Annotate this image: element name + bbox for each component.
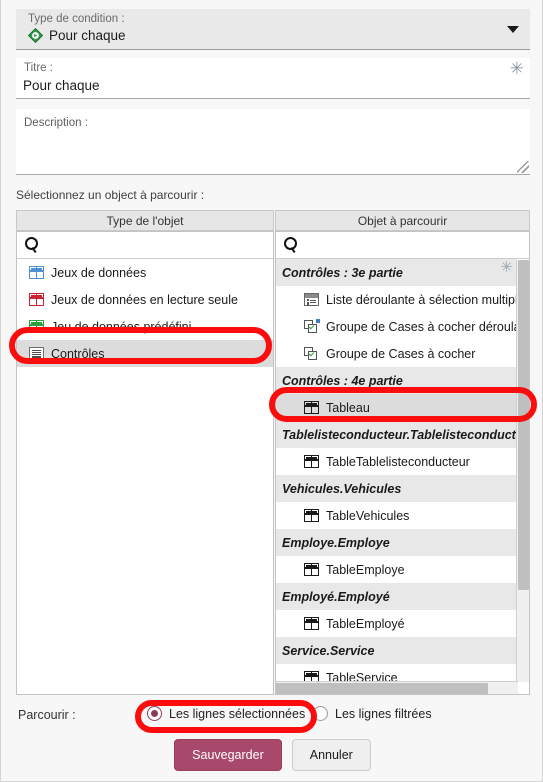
table-icon: [304, 563, 319, 576]
radio-selected-rows-indicator[interactable]: [147, 706, 162, 721]
title-label: Titre :: [24, 62, 53, 74]
object-list-item[interactable]: TableEmployé: [276, 610, 517, 637]
object-group-header: Employé.Employé: [276, 583, 517, 610]
object-list-item-label: Groupe de Cases à cocher: [326, 346, 476, 361]
object-list-item-label: TableService: [326, 670, 398, 682]
table-icon: [304, 509, 319, 522]
table-icon: [304, 617, 319, 630]
radio-selected-rows-label: Les lignes sélectionnées: [169, 706, 306, 721]
object-group-title: Contrôles : 4e partie: [282, 373, 403, 388]
title-input[interactable]: [23, 75, 483, 95]
search-icon: [283, 237, 299, 253]
object-group-title: Contrôles : 3e partie: [282, 265, 403, 280]
search-icon: [24, 237, 40, 253]
radio-selected-rows[interactable]: Les lignes sélectionnées: [147, 706, 305, 721]
object-group-title: Tablelisteconducteur.Tablelisteconducteu…: [282, 427, 517, 442]
vertical-scrollbar-thumb[interactable]: [518, 260, 529, 590]
object-list[interactable]: Contrôles : 3e partie Liste déroulante à …: [276, 259, 517, 681]
green-diamond-icon: [27, 27, 44, 44]
object-group-header: Employe.Employe: [276, 529, 517, 556]
object-type-search[interactable]: [17, 232, 273, 259]
object-list-item[interactable]: Groupe de Cases à cocher déroulant: [276, 313, 517, 340]
object-list-item[interactable]: Groupe de Cases à cocher: [276, 340, 517, 367]
table-icon: [304, 671, 319, 681]
condition-type-select[interactable]: Type de condition : Pour chaque: [16, 9, 530, 50]
object-group-title: Vehicules.Vehicules: [282, 481, 402, 496]
object-type-item-label: Contrôles: [51, 346, 105, 361]
condition-type-value-row: Pour chaque: [27, 27, 126, 44]
object-picker: Type de l'objet Objet à parcourir Jeux d…: [16, 210, 530, 695]
condition-type-value: Pour chaque: [49, 28, 126, 43]
description-field[interactable]: Description :: [16, 109, 530, 175]
table-icon: [29, 320, 44, 333]
checkbox-group-icon: [304, 347, 319, 360]
description-textarea[interactable]: [23, 133, 521, 169]
object-type-panel: Jeux de données Jeux de données en lectur…: [16, 231, 274, 695]
table-icon: [304, 455, 319, 468]
object-type-item-label: Jeux de données en lecture seule: [51, 292, 238, 307]
object-list-item[interactable]: TableEmploye: [276, 556, 517, 583]
object-search-input[interactable]: [299, 238, 529, 252]
object-list-item-label: TableEmployé: [326, 616, 405, 631]
browse-mode-label: Parcourir :: [18, 708, 76, 722]
radio-filtered-rows-label: Les lignes filtrées: [335, 706, 432, 721]
lines-icon: [29, 347, 44, 360]
object-list-item[interactable]: TableVehicules: [276, 502, 517, 529]
object-type-item[interactable]: Jeux de données en lecture seule: [17, 286, 273, 313]
section-label: Sélectionnez un object à parcourir :: [16, 188, 205, 202]
object-list-item-label: TableTablelisteconducteur: [326, 454, 470, 469]
table-icon: [29, 266, 44, 279]
table-icon: [304, 401, 319, 414]
cancel-button[interactable]: Annuler: [291, 739, 371, 771]
object-list-item-label: TableEmploye: [326, 562, 405, 577]
table-icon: [29, 293, 44, 306]
condition-type-label: Type de condition :: [28, 13, 125, 25]
required-asterisk-icon: ✳: [509, 59, 524, 78]
right-panel-header: Objet à parcourir: [275, 210, 530, 231]
object-list-item-label: Liste déroulante à sélection multiple: [326, 292, 517, 307]
object-group-header: Contrôles : 3e partie: [276, 259, 517, 286]
dropdown-list-icon: [304, 293, 319, 307]
object-type-list[interactable]: Jeux de données Jeux de données en lectur…: [17, 259, 273, 694]
radio-filtered-rows[interactable]: Les lignes filtrées: [313, 706, 432, 721]
object-group-header: Tablelisteconducteur.Tablelisteconducteu…: [276, 421, 517, 448]
object-group-title: Service.Service: [282, 643, 375, 658]
object-list-item[interactable]: Tableau: [276, 394, 517, 421]
object-group-header: Vehicules.Vehicules: [276, 475, 517, 502]
object-type-item[interactable]: Contrôles: [17, 340, 273, 367]
object-search[interactable]: [276, 232, 529, 259]
object-type-search-input[interactable]: [40, 238, 273, 252]
object-type-item[interactable]: Jeux de données: [17, 259, 273, 286]
vertical-scrollbar[interactable]: [516, 260, 529, 682]
object-type-item-label: Jeux de données: [51, 265, 147, 280]
description-label: Description :: [24, 117, 88, 129]
chevron-down-icon[interactable]: [507, 26, 519, 33]
edit-condition-dialog: Type de condition : Pour chaque Titre : …: [0, 0, 543, 782]
object-type-item-label: Jeu de données prédéfini: [51, 319, 192, 334]
object-list-item-label: Tableau: [326, 400, 370, 415]
object-to-browse-panel: Contrôles : 3e partie Liste déroulante à …: [275, 231, 530, 695]
object-type-item[interactable]: Jeu de données prédéfini: [17, 313, 273, 340]
object-group-title: Employé.Employé: [282, 589, 390, 604]
object-list-item-label: TableVehicules: [326, 508, 410, 523]
dialog-actions: Sauvegarder Annuler: [1, 739, 543, 771]
radio-filtered-rows-indicator[interactable]: [313, 706, 328, 721]
title-field[interactable]: Titre : ✳: [16, 58, 530, 99]
object-group-header: Service.Service: [276, 637, 517, 664]
object-group-title: Employe.Employe: [282, 535, 390, 550]
object-list-item[interactable]: TableTablelisteconducteur: [276, 448, 517, 475]
horizontal-scrollbar-thumb[interactable]: [276, 683, 488, 694]
object-list-item[interactable]: Liste déroulante à sélection multiple: [276, 286, 517, 313]
object-list-item[interactable]: TableService: [276, 664, 517, 681]
horizontal-scrollbar[interactable]: [276, 681, 518, 694]
checkbox-group-dropdown-icon: [304, 319, 320, 333]
save-button[interactable]: Sauvegarder: [174, 739, 282, 771]
left-panel-header: Type de l'objet: [16, 210, 274, 231]
object-group-header: Contrôles : 4e partie: [276, 367, 517, 394]
object-list-item-label: Groupe de Cases à cocher déroulant: [326, 319, 517, 334]
